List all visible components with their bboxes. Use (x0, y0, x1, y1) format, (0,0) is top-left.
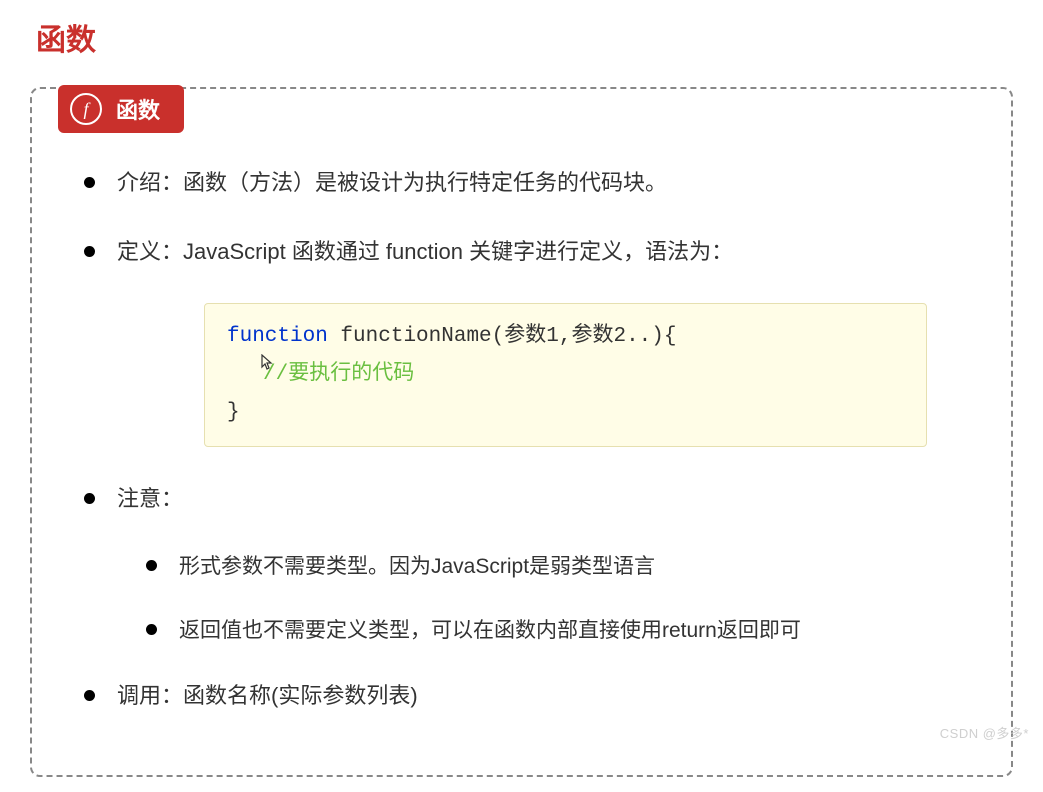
bullet-icon (84, 690, 95, 701)
item-text: 返回值也不需要定义类型，可以在函数内部直接使用return返回即可 (179, 614, 801, 644)
item-text: 调用：函数名称(实际参数列表) (117, 678, 418, 713)
list-item: 介绍：函数（方法）是被设计为执行特定任务的代码块。 (84, 165, 971, 200)
content-card: f 函数 介绍：函数（方法）是被设计为执行特定任务的代码块。 定义：JavaSc… (30, 87, 1013, 777)
section-badge: f 函数 (58, 85, 184, 133)
item-text: 形式参数不需要类型。因为JavaScript是弱类型语言 (179, 550, 655, 580)
code-block: function functionName(参数1,参数2..){ //要执行的… (204, 303, 927, 446)
sub-list-item: 返回值也不需要定义类型，可以在函数内部直接使用return返回即可 (146, 614, 971, 644)
bullet-list: 介绍：函数（方法）是被设计为执行特定任务的代码块。 定义：JavaScript … (72, 165, 971, 269)
function-icon: f (70, 93, 102, 125)
item-text: 注意： (117, 481, 183, 516)
code-line: //要执行的代码 (227, 356, 904, 394)
bullet-icon (84, 177, 95, 188)
code-line: } (227, 394, 904, 432)
list-item: 注意： (84, 481, 971, 516)
bullet-icon (146, 624, 157, 635)
watermark: CSDN @多多* (940, 723, 1029, 742)
item-text: 介绍：函数（方法）是被设计为执行特定任务的代码块。 (117, 165, 667, 200)
list-item: 定义：JavaScript 函数通过 function 关键字进行定义，语法为： (84, 234, 971, 269)
list-item: 调用：函数名称(实际参数列表) (84, 678, 971, 713)
bullet-icon (84, 246, 95, 257)
sub-list-item: 形式参数不需要类型。因为JavaScript是弱类型语言 (146, 550, 971, 580)
bullet-list: 注意： 形式参数不需要类型。因为JavaScript是弱类型语言 返回值也不需要… (72, 481, 971, 713)
code-text: functionName(参数1,参数2..){ (328, 325, 677, 348)
bullet-icon (84, 493, 95, 504)
code-line: function functionName(参数1,参数2..){ (227, 318, 904, 356)
page-title: 函数 (36, 15, 1013, 59)
keyword: function (227, 325, 328, 348)
item-text: 定义：JavaScript 函数通过 function 关键字进行定义，语法为： (117, 234, 733, 269)
badge-label: 函数 (116, 93, 160, 125)
comment: //要执行的代码 (263, 363, 414, 386)
code-text: } (227, 401, 240, 424)
bullet-icon (146, 560, 157, 571)
